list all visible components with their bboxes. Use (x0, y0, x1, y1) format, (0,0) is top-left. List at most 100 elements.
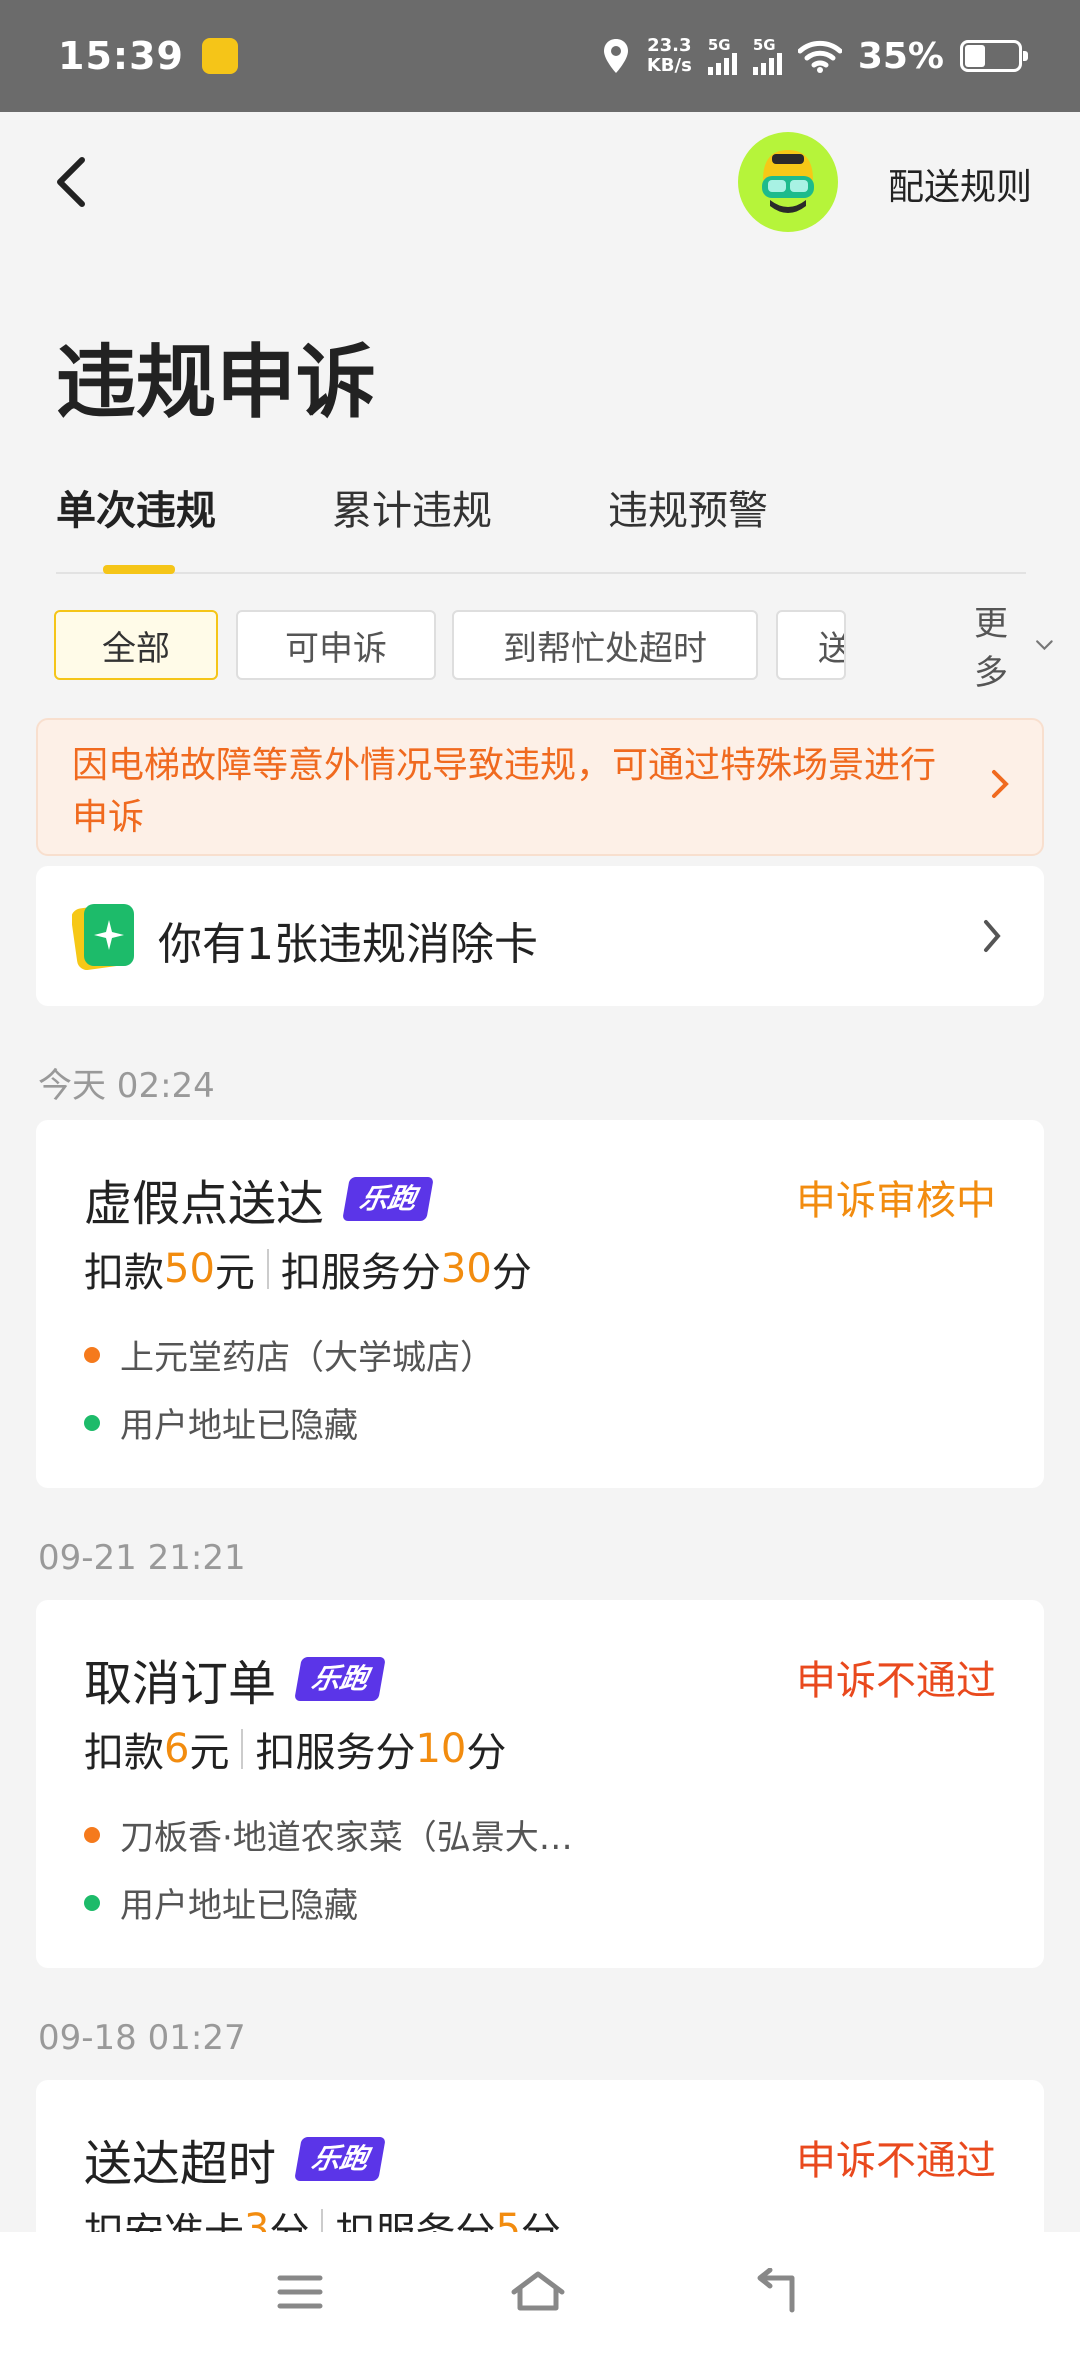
chevron-down-icon (1036, 640, 1053, 651)
signal-1: 5G (707, 35, 737, 75)
divider (266, 1249, 269, 1289)
score-unit: 分 (466, 1730, 507, 1776)
score-value: 10 (415, 1726, 467, 1772)
net-speed-value: 23.3 (647, 35, 692, 56)
lepao-badge: 乐跑 (294, 1657, 386, 1701)
avatar[interactable] (738, 132, 838, 232)
back-arrow-icon[interactable] (48, 152, 98, 212)
shop-line: 上元堂药店（大学城店） (84, 1330, 494, 1379)
signal-2: 5G (752, 35, 782, 75)
status-icons: 23.3 KB/s 5G 5G 35% (601, 35, 1028, 77)
shop-dot-icon (84, 1826, 100, 1843)
lepao-badge: 乐跑 (342, 1177, 434, 1221)
violation-title: 取消订单 乐跑 (84, 1644, 386, 1714)
menu-icon[interactable] (276, 2268, 324, 2316)
filter-all[interactable]: 全部 (54, 610, 218, 680)
score-label: 扣服务分 (255, 1730, 416, 1776)
location-icon (603, 39, 628, 73)
score-unit: 分 (491, 1250, 532, 1296)
score-label: 扣服务分 (280, 1250, 441, 1296)
deduction-info: 扣款 6 元 扣服务分 10 分 (84, 1720, 506, 1778)
top-bar: 配送规则 (0, 112, 1080, 252)
deduct-value: 6 (164, 1726, 190, 1772)
filter-appealable[interactable]: 可申诉 (236, 610, 436, 680)
page-title: 违规申诉 (56, 336, 376, 429)
violation-title-text: 送达超时 (84, 2136, 277, 2192)
filter-more-label: 更多 (974, 604, 1008, 693)
score-value: 5 (495, 2206, 521, 2232)
score-unit: 分 (521, 2200, 561, 2232)
deduct-label: 扣安准卡 (84, 2200, 244, 2232)
address-line: 用户地址已隐藏 (84, 1878, 358, 1927)
signal-bars-icon (752, 52, 782, 75)
status-bar: 15:39 23.3 KB/s 5G 5G 35% (0, 0, 1080, 112)
address-text: 用户地址已隐藏 (120, 1406, 358, 1446)
record-date: 09-21 21:21 (38, 1538, 246, 1578)
battery-percent: 35% (857, 35, 944, 77)
chevron-right-icon (992, 770, 1009, 798)
filter-delivery-partial[interactable]: 送 (776, 610, 846, 680)
sim1-label: 5G (707, 35, 731, 54)
appeal-status: 申诉审核中 (796, 1178, 996, 1224)
app-notification-icon (201, 38, 238, 74)
deduct-value: 50 (164, 1246, 215, 1292)
appeal-status: 申诉不通过 (796, 1658, 996, 1704)
violation-erase-card[interactable]: 你有1张违规消除卡 (36, 866, 1044, 1006)
violation-record-card[interactable]: 虚假点送达 乐跑 申诉审核中 扣款 50 元 扣服务分 30 分 上元堂药店（大… (36, 1120, 1044, 1488)
lepao-badge: 乐跑 (294, 2137, 386, 2181)
deduct-label: 扣款 (84, 1250, 164, 1296)
divider (241, 1729, 244, 1769)
address-dot-icon (84, 1894, 100, 1911)
filter-pickup-timeout[interactable]: 到帮忙处超时 (452, 610, 758, 680)
net-speed-unit: KB/s (646, 55, 692, 76)
shop-dot-icon (84, 1346, 100, 1363)
address-text: 用户地址已隐藏 (120, 1886, 358, 1926)
sim2-label: 5G (752, 35, 776, 54)
filter-chips: 全部 可申诉 到帮忙处超时 送 更多 (54, 604, 1054, 693)
violation-title: 虚假点送达 乐跑 (84, 1164, 434, 1234)
notice-text: 因电梯故障等意外情况导致违规，可通过特殊场景进行申诉 (72, 745, 937, 838)
erase-card-icon (72, 903, 134, 971)
deduct-unit: 分 (269, 2200, 309, 2232)
address-line: 用户地址已隐藏 (84, 1398, 358, 1447)
deduct-value: 3 (244, 2206, 270, 2232)
divider (321, 2209, 324, 2232)
chevron-right-icon (984, 920, 1001, 952)
back-icon[interactable] (752, 2268, 802, 2316)
score-label: 扣服务分 (335, 2200, 495, 2232)
battery-icon (960, 40, 1028, 72)
delivery-rules-link[interactable]: 配送规则 (888, 158, 1032, 210)
active-tab-indicator (103, 565, 175, 574)
special-scenario-notice[interactable]: 因电梯故障等意外情况导致违规，可通过特殊场景进行申诉 (36, 718, 1044, 856)
rider-mascot-icon (762, 150, 814, 213)
violation-tabs: 单次违规 累计违规 违规预警 (56, 478, 1026, 574)
filter-more-button[interactable]: 更多 (924, 604, 1054, 693)
deduct-unit: 元 (189, 1730, 230, 1776)
wifi-icon (797, 40, 842, 73)
score-value: 30 (440, 1246, 492, 1292)
appeal-status: 申诉不通过 (796, 2138, 996, 2184)
net-speed: 23.3 KB/s (647, 36, 692, 76)
shop-name: 上元堂药店（大学城店） (120, 1338, 494, 1378)
home-icon[interactable] (508, 2268, 568, 2316)
violation-title-text: 取消订单 (84, 1656, 277, 1712)
tab-cumulative-violation[interactable]: 累计违规 (332, 478, 492, 536)
address-dot-icon (84, 1414, 100, 1431)
violation-record-card[interactable]: 送达超时 乐跑 申诉不通过 扣安准卡 3 分 扣服务分 5 分 (36, 2080, 1044, 2232)
deduction-info: 扣款 50 元 扣服务分 30 分 (84, 1240, 532, 1298)
record-date: 今天 02:24 (38, 1066, 215, 1106)
erase-card-text: 你有1张违规消除卡 (158, 919, 538, 970)
tab-violation-warning[interactable]: 违规预警 (608, 478, 768, 536)
deduction-info: 扣安准卡 3 分 扣服务分 5 分 (84, 2200, 561, 2232)
violation-title: 送达超时 乐跑 (84, 2124, 386, 2194)
violation-title-text: 虚假点送达 (84, 1176, 325, 1232)
signal-bars-icon (707, 52, 737, 75)
shop-line: 刀板香·地道农家菜（弘景大… (84, 1810, 573, 1859)
record-date: 09-18 01:27 (38, 2018, 246, 2058)
system-nav-bar (0, 2232, 1080, 2358)
deduct-label: 扣款 (84, 1730, 164, 1776)
violation-record-card[interactable]: 取消订单 乐跑 申诉不通过 扣款 6 元 扣服务分 10 分 刀板香·地道农家菜… (36, 1600, 1044, 1968)
status-time: 15:39 (58, 34, 184, 78)
tab-single-violation[interactable]: 单次违规 (56, 478, 216, 536)
deduct-unit: 元 (214, 1250, 255, 1296)
